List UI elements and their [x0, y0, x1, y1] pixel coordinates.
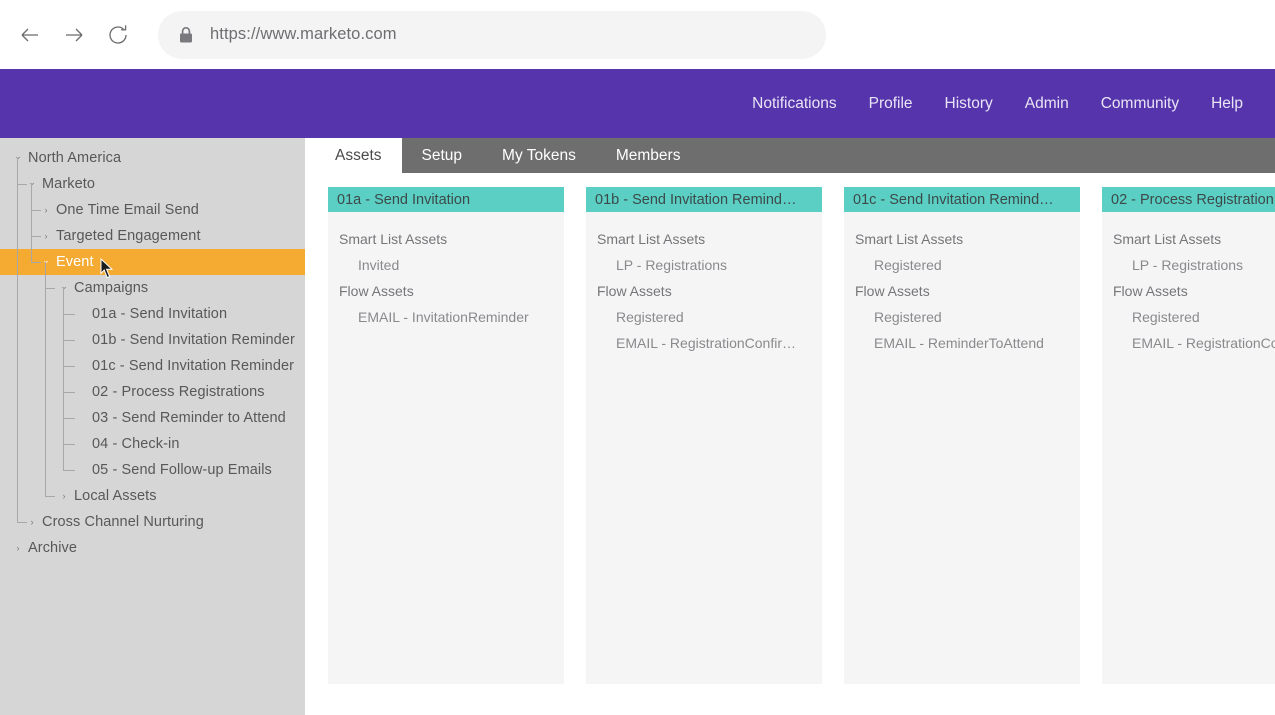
asset-item[interactable]: Registered	[1102, 304, 1275, 330]
tree-item-label: 01a - Send Invitation	[92, 306, 227, 322]
chevron-right-icon[interactable]: ›	[40, 206, 52, 215]
tree-item-label: 02 - Process Registrations	[92, 384, 265, 400]
tree-item-cross-channel-nurturing[interactable]: › Cross Channel Nurturing	[0, 509, 305, 535]
chevron-right-icon[interactable]: ›	[12, 544, 24, 553]
lock-icon	[178, 26, 194, 44]
app-bar-link-admin[interactable]: Admin	[1009, 95, 1085, 113]
app-bar-link-profile[interactable]: Profile	[853, 95, 929, 113]
tree-item-label: 03 - Send Reminder to Attend	[92, 410, 286, 426]
asset-card-title[interactable]: 02 - Process Registration	[1102, 187, 1275, 212]
chevron-down-icon[interactable]: ⌄	[26, 178, 38, 187]
tab-assets[interactable]: Assets	[315, 138, 402, 173]
app-navigation-bar: NotificationsProfileHistoryAdminCommunit…	[0, 69, 1275, 138]
asset-group-label: Smart List Assets	[586, 226, 822, 252]
app-bar-link-community[interactable]: Community	[1085, 95, 1195, 113]
asset-group-label: Flow Assets	[328, 278, 564, 304]
tab-my-tokens[interactable]: My Tokens	[482, 138, 596, 173]
tree-item-04-check-in[interactable]: 04 - Check-in	[0, 431, 305, 457]
asset-card-title[interactable]: 01a - Send Invitation	[328, 187, 564, 212]
tree-sidebar: ⌄ North America ⌄ Marketo › One Time Email Se…	[0, 138, 305, 715]
tree-item-event[interactable]: ⌄ Event	[0, 249, 305, 275]
asset-group-label: Flow Assets	[1102, 278, 1275, 304]
chevron-down-icon[interactable]: ⌄	[40, 256, 52, 265]
asset-item[interactable]: EMAIL - RegistrationConfir…	[586, 330, 822, 356]
tree-item-label: Campaigns	[74, 280, 148, 296]
tree-item-01a-send-invitation[interactable]: 01a - Send Invitation	[0, 301, 305, 327]
tab-members[interactable]: Members	[596, 138, 701, 173]
asset-group-label: Flow Assets	[844, 278, 1080, 304]
tree-item-north-america[interactable]: ⌄ North America	[0, 145, 305, 171]
asset-item[interactable]: EMAIL - InvitationReminder	[328, 304, 564, 330]
asset-item[interactable]: Registered	[844, 252, 1080, 278]
app-bar-link-help[interactable]: Help	[1195, 95, 1251, 113]
tab-strip: AssetsSetupMy TokensMembers	[315, 138, 1275, 173]
tree-item-label: 04 - Check-in	[92, 436, 180, 452]
reload-icon	[106, 23, 130, 47]
tree-item-01b-send-invitation-reminder[interactable]: 01b - Send Invitation Reminder	[0, 327, 305, 353]
asset-card: 02 - Process RegistrationSmart List Asse…	[1102, 187, 1275, 684]
chevron-right-icon[interactable]: ›	[26, 518, 38, 527]
tree-item-marketo[interactable]: ⌄ Marketo	[0, 171, 305, 197]
tree-item-archive[interactable]: › Archive	[0, 535, 305, 561]
chevron-right-icon[interactable]: ›	[58, 492, 70, 501]
asset-card: 01c - Send Invitation Remind…Smart List …	[844, 187, 1080, 684]
asset-card-title[interactable]: 01b - Send Invitation Remind…	[586, 187, 822, 212]
browser-toolbar: https://www.marketo.com	[0, 0, 1275, 69]
tree-item-campaigns[interactable]: ⌄ Campaigns	[0, 275, 305, 301]
asset-card-body: Smart List AssetsLP - RegistrationsFlow …	[1102, 212, 1275, 356]
tree-item-label: 05 - Send Follow-up Emails	[92, 462, 272, 478]
address-bar[interactable]: https://www.marketo.com	[158, 11, 826, 59]
tree-item-label: Archive	[28, 540, 77, 556]
tree-item-label: Targeted Engagement	[56, 228, 201, 244]
chevron-right-icon[interactable]: ›	[40, 232, 52, 241]
tree-item-label: Local Assets	[74, 488, 157, 504]
url-text: https://www.marketo.com	[210, 25, 397, 44]
tree-item-03-send-reminder-to-attend[interactable]: 03 - Send Reminder to Attend	[0, 405, 305, 431]
asset-item[interactable]: Invited	[328, 252, 564, 278]
tree-item-label: Event	[56, 254, 94, 270]
asset-item[interactable]: LP - Registrations	[586, 252, 822, 278]
app-bar-link-history[interactable]: History	[929, 95, 1009, 113]
tree-item-01c-send-invitation-reminder[interactable]: 01c - Send Invitation Reminder	[0, 353, 305, 379]
reload-button[interactable]	[96, 13, 140, 57]
arrow-left-icon	[17, 22, 43, 48]
asset-card: 01a - Send InvitationSmart List AssetsIn…	[328, 187, 564, 684]
asset-group-label: Smart List Assets	[844, 226, 1080, 252]
tree-item-label: North America	[28, 150, 121, 166]
asset-card-body: Smart List AssetsLP - RegistrationsFlow …	[586, 212, 822, 356]
asset-card: 01b - Send Invitation Remind…Smart List …	[586, 187, 822, 684]
asset-card-title[interactable]: 01c - Send Invitation Remind…	[844, 187, 1080, 212]
asset-card-area: 01a - Send InvitationSmart List AssetsIn…	[315, 173, 1275, 715]
forward-button[interactable]	[52, 13, 96, 57]
asset-item[interactable]: EMAIL - RegistrationConfir…	[1102, 330, 1275, 356]
asset-group-label: Flow Assets	[586, 278, 822, 304]
tree-item-label: 01c - Send Invitation Reminder	[92, 358, 294, 374]
chevron-down-icon[interactable]: ⌄	[58, 282, 70, 291]
tree-item-05-send-follow-up-emails[interactable]: 05 - Send Follow-up Emails	[0, 457, 305, 483]
sidebar-divider	[305, 138, 315, 715]
tree-item-02-process-registrations[interactable]: 02 - Process Registrations	[0, 379, 305, 405]
back-button[interactable]	[8, 13, 52, 57]
tree-item-label: Cross Channel Nurturing	[42, 514, 204, 530]
tab-setup[interactable]: Setup	[402, 138, 483, 173]
chevron-down-icon[interactable]: ⌄	[12, 152, 24, 161]
arrow-right-icon	[61, 22, 87, 48]
main-content: AssetsSetupMy TokensMembers 01a - Send I…	[315, 138, 1275, 715]
asset-card-body: Smart List AssetsRegisteredFlow AssetsRe…	[844, 212, 1080, 356]
tree-item-local-assets[interactable]: › Local Assets	[0, 483, 305, 509]
tree-item-label: Marketo	[42, 176, 95, 192]
tree-item-label: 01b - Send Invitation Reminder	[92, 332, 295, 348]
page-layout: ⌄ North America ⌄ Marketo › One Time Email Se…	[0, 138, 1275, 715]
asset-group-label: Smart List Assets	[1102, 226, 1275, 252]
asset-item[interactable]: EMAIL - ReminderToAttend	[844, 330, 1080, 356]
asset-item[interactable]: Registered	[844, 304, 1080, 330]
tree-item-targeted-engagement[interactable]: › Targeted Engagement	[0, 223, 305, 249]
app-bar-link-notifications[interactable]: Notifications	[736, 95, 852, 113]
asset-item[interactable]: Registered	[586, 304, 822, 330]
asset-group-label: Smart List Assets	[328, 226, 564, 252]
asset-item[interactable]: LP - Registrations	[1102, 252, 1275, 278]
tree-item-label: One Time Email Send	[56, 202, 199, 218]
asset-card-body: Smart List AssetsInvitedFlow AssetsEMAIL…	[328, 212, 564, 330]
tree-item-one-time-email-send[interactable]: › One Time Email Send	[0, 197, 305, 223]
